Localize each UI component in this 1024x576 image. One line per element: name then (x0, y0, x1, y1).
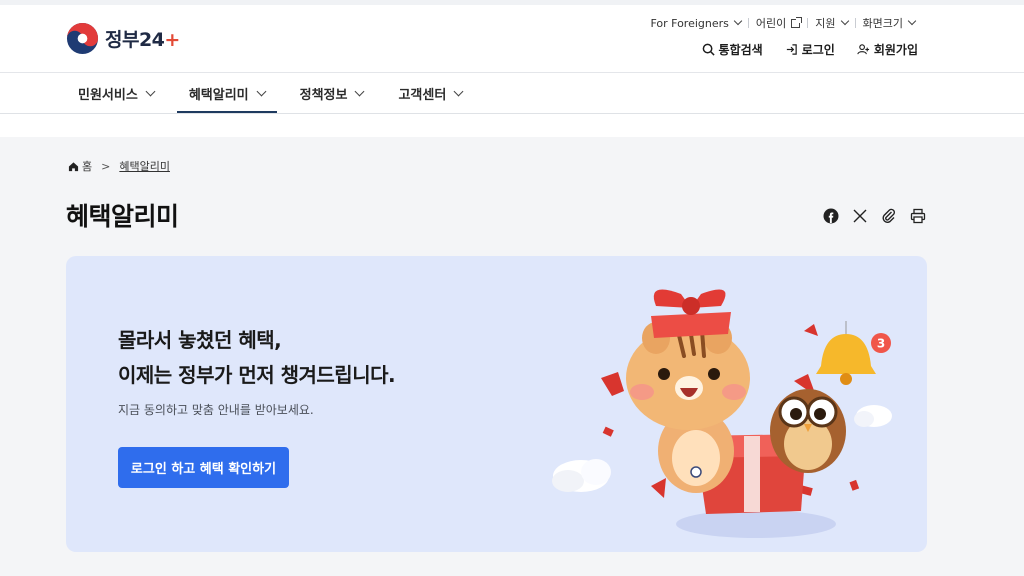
banner-headline-line1: 몰라서 놓쳤던 혜택, (118, 328, 282, 352)
login-button[interactable]: 로그인 (785, 41, 835, 58)
kids-label: 어린이 (755, 17, 787, 30)
breadcrumb-home-label: 홈 (82, 160, 93, 173)
nav-item-label: 정책정보 (299, 87, 348, 103)
logo-plus: + (164, 29, 180, 51)
banner-subtext: 지금 동의하고 맞춤 안내를 받아보세요. (118, 403, 314, 417)
x-share-button[interactable] (851, 207, 868, 224)
screen-size-label: 화면크기 (862, 17, 903, 30)
breadcrumb: 홈 > 혜택알리미 (68, 158, 170, 174)
nav-item-label: 민원서비스 (78, 87, 138, 103)
copy-link-button[interactable] (880, 207, 897, 224)
kids-link[interactable]: 어린이 (749, 15, 807, 31)
nav-item-civil-service[interactable]: 민원서비스 (66, 73, 166, 113)
bell-notification-icon: 3 (816, 321, 891, 385)
main-nav: 민원서비스 혜택알리미 정책정보 고객센터 (66, 73, 485, 114)
mascot-gift-illustration: 3 (552, 289, 892, 538)
signup-label: 회원가입 (873, 43, 918, 57)
site-logo[interactable]: 정부24+ (66, 22, 180, 55)
breadcrumb-home[interactable]: 홈 (68, 158, 92, 174)
nav-item-benefits[interactable]: 혜택알리미 (176, 73, 277, 114)
chevron-down-icon (733, 16, 743, 26)
signup-button[interactable]: 회원가입 (857, 41, 918, 58)
nav-item-label: 혜택알리미 (188, 87, 249, 103)
nav-item-label: 고객센터 (398, 87, 447, 103)
ribbon-bow-icon (651, 289, 731, 338)
top-strip (0, 0, 1024, 5)
search-button[interactable]: 통합검색 (702, 41, 763, 58)
link-icon (882, 208, 895, 223)
external-link-icon (791, 16, 803, 28)
search-label: 통합검색 (718, 43, 763, 57)
facebook-icon (823, 208, 838, 223)
page-title: 혜택알리미 (66, 202, 179, 231)
bell-badge-count: 3 (877, 337, 885, 351)
nav-item-policy[interactable]: 정책정보 (288, 73, 376, 113)
support-label: 지원 (815, 17, 836, 30)
login-icon (786, 44, 797, 55)
chevron-down-icon (145, 86, 156, 96)
login-check-benefits-button[interactable]: 로그인 하고 혜택 확인하기 (118, 447, 289, 488)
chevron-right-icon: > (101, 159, 111, 173)
cloud-right-icon (854, 405, 892, 427)
nav-item-customer-center[interactable]: 고객센터 (386, 73, 474, 113)
header-actions: 통합검색 로그인 회원가입 (702, 41, 918, 58)
home-icon (68, 161, 79, 171)
print-icon (910, 208, 925, 223)
breadcrumb-current[interactable]: 혜택알리미 (119, 158, 170, 174)
logo-text: 정부24+ (105, 29, 180, 51)
chevron-down-icon (453, 86, 464, 96)
x-icon (853, 209, 866, 222)
owl-mascot-icon (770, 389, 846, 473)
print-button[interactable] (909, 207, 926, 224)
header-spacer (0, 114, 1024, 137)
benefit-banner: 몰라서 놓쳤던 혜택, 이제는 정부가 먼저 챙겨드립니다. 지금 동의하고 맞… (66, 256, 927, 552)
chevron-down-icon (256, 86, 267, 96)
login-label: 로그인 (801, 43, 835, 57)
chevron-down-icon (907, 16, 917, 26)
chevron-down-icon (355, 86, 365, 96)
search-icon (702, 43, 715, 56)
support-menu[interactable]: 지원 (808, 15, 854, 31)
cloud-left-icon (552, 459, 611, 492)
banner-headline-line2: 이제는 정부가 먼저 챙겨드립니다. (118, 363, 396, 387)
taegeuk-logo-icon (66, 22, 99, 55)
share-tools (822, 207, 926, 224)
for-foreigners-link[interactable]: For Foreigners (643, 17, 747, 30)
site-header: 정부24+ For Foreigners 어린이 지원 화면크기 통합검색 로그… (0, 0, 1024, 114)
add-user-icon (857, 44, 869, 55)
chevron-down-icon (840, 16, 849, 26)
screen-size-menu[interactable]: 화면크기 (856, 15, 922, 31)
facebook-share-button[interactable] (822, 207, 839, 224)
utility-menu: For Foreigners 어린이 지원 화면크기 (643, 15, 922, 31)
for-foreigners-label: For Foreigners (650, 16, 729, 30)
